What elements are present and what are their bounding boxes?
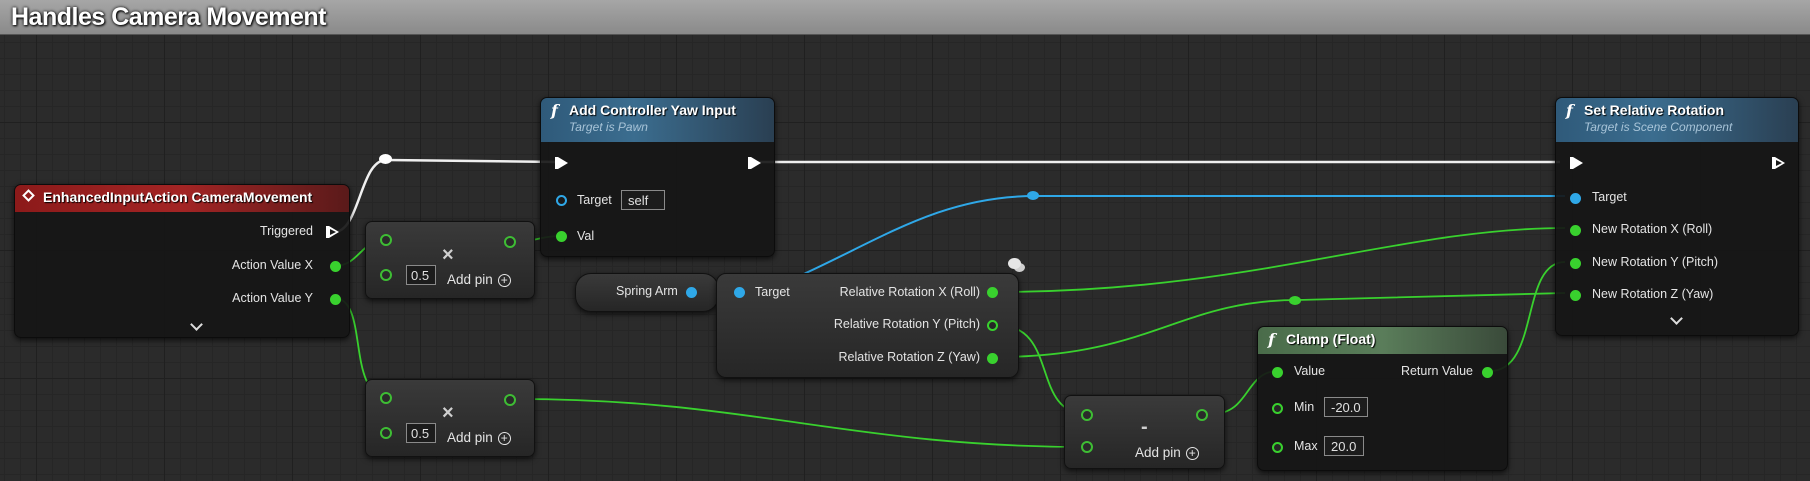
subtract-input-b-pin[interactable] bbox=[1081, 441, 1093, 453]
clamp-max-pin[interactable] bbox=[1272, 442, 1283, 453]
yaw-exec-in-pin[interactable] bbox=[555, 157, 568, 169]
multiply-bottom-b-value-field[interactable]: 0.5 bbox=[406, 423, 436, 443]
yaw-node-subtitle: Target is Pawn bbox=[569, 120, 648, 134]
yaw-node-title: Add Controller Yaw Input bbox=[569, 102, 736, 118]
subtract-add-pin-button[interactable]: Add pin + bbox=[1135, 445, 1199, 460]
clamp-return-pin[interactable] bbox=[1482, 367, 1493, 378]
multiply-top-input-b-pin[interactable] bbox=[380, 269, 392, 281]
clamp-max-field[interactable]: 20.0 bbox=[1324, 436, 1364, 456]
add-pin-label: Add pin bbox=[447, 430, 493, 445]
add-pin-label: Add pin bbox=[1135, 445, 1181, 460]
action-value-x-label: Action Value X bbox=[231, 258, 313, 272]
action-value-y-label: Action Value Y bbox=[232, 291, 313, 305]
set-rotation-target-label: Target bbox=[1592, 190, 1627, 204]
relative-rotation-getter-node[interactable]: Target Relative Rotation X (Roll) Relati… bbox=[716, 273, 1019, 378]
clamp-min-pin[interactable] bbox=[1272, 403, 1283, 414]
action-value-x-pin[interactable] bbox=[330, 261, 341, 272]
function-icon: f bbox=[551, 101, 558, 120]
set-rotation-target-pin[interactable] bbox=[1570, 193, 1581, 204]
spring-arm-getter-node[interactable]: Spring Arm bbox=[575, 273, 719, 312]
multiply-bottom-operator: × bbox=[442, 402, 454, 424]
multiply-bottom-input-b-pin[interactable] bbox=[380, 427, 392, 439]
clamp-value-pin[interactable] bbox=[1272, 367, 1283, 378]
yaw-target-label: Target bbox=[577, 193, 612, 207]
clamp-min-field[interactable]: -20.0 bbox=[1324, 397, 1368, 417]
relative-rotation-pitch-pin[interactable] bbox=[987, 320, 998, 331]
yaw-exec-out-pin[interactable] bbox=[748, 157, 761, 169]
graph-title: Handles Camera Movement bbox=[11, 3, 327, 31]
set-rotation-node-header[interactable]: f Set Relative Rotation Target is Scene … bbox=[1556, 98, 1798, 142]
subtract-operator: - bbox=[1141, 416, 1148, 438]
plus-circle-icon: + bbox=[497, 273, 511, 287]
multiply-top-operator: × bbox=[442, 244, 454, 266]
new-rotation-pitch-label: New Rotation Y (Pitch) bbox=[1592, 255, 1718, 269]
object-reroute-knot[interactable] bbox=[1027, 191, 1039, 200]
set-rotation-exec-in-pin[interactable] bbox=[1570, 157, 1583, 169]
multiply-top-add-pin-button[interactable]: Add pin + bbox=[447, 272, 511, 287]
multiply-bottom-output-pin[interactable] bbox=[504, 394, 516, 406]
function-icon: f bbox=[1268, 330, 1275, 349]
plus-circle-icon: + bbox=[497, 431, 511, 445]
clamp-max-label: Max bbox=[1294, 439, 1318, 453]
set-relative-rotation-node[interactable]: f Set Relative Rotation Target is Scene … bbox=[1555, 97, 1799, 336]
multiply-node-top[interactable]: 0.5 × Add pin + bbox=[365, 221, 535, 299]
comment-bubble-icon[interactable] bbox=[1008, 258, 1021, 269]
expand-chevron-down-icon[interactable] bbox=[190, 318, 203, 331]
yaw-val-pin[interactable] bbox=[556, 231, 567, 242]
clamp-return-label: Return Value bbox=[1400, 364, 1473, 378]
relative-rotation-roll-label: Relative Rotation X (Roll) bbox=[839, 285, 980, 299]
event-node-camera-movement[interactable]: EnhancedInputAction CameraMovement Trigg… bbox=[14, 184, 350, 338]
multiply-top-b-value-field[interactable]: 0.5 bbox=[406, 265, 436, 285]
subtract-node[interactable]: - Add pin + bbox=[1064, 395, 1225, 469]
spring-arm-output-pin[interactable] bbox=[686, 287, 697, 298]
subtract-output-pin[interactable] bbox=[1196, 409, 1208, 421]
clamp-node-header[interactable]: f Clamp (Float) bbox=[1258, 327, 1507, 354]
yaw-node-header[interactable]: f Add Controller Yaw Input Target is Paw… bbox=[541, 98, 774, 142]
yaw-target-pin[interactable] bbox=[556, 195, 567, 206]
clamp-node-title: Clamp (Float) bbox=[1286, 331, 1376, 347]
relative-rotation-roll-pin[interactable] bbox=[987, 287, 998, 298]
new-rotation-yaw-label: New Rotation Z (Yaw) bbox=[1592, 287, 1714, 301]
new-rotation-roll-label: New Rotation X (Roll) bbox=[1592, 222, 1713, 236]
add-controller-yaw-input-node[interactable]: f Add Controller Yaw Input Target is Paw… bbox=[540, 97, 775, 257]
triggered-exec-pin[interactable] bbox=[326, 226, 339, 238]
clamp-float-node[interactable]: f Clamp (Float) Value Return Value Min -… bbox=[1257, 326, 1508, 471]
relative-rotation-yaw-pin[interactable] bbox=[987, 353, 998, 364]
set-rotation-exec-out-pin[interactable] bbox=[1772, 157, 1785, 169]
new-rotation-roll-pin[interactable] bbox=[1570, 225, 1581, 236]
yaw-target-self-field[interactable]: self bbox=[621, 190, 665, 210]
event-diamond-icon bbox=[22, 189, 35, 202]
exec-reroute-knot[interactable] bbox=[379, 154, 392, 164]
multiply-top-output-pin[interactable] bbox=[504, 236, 516, 248]
triggered-label: Triggered bbox=[259, 224, 313, 238]
event-node-header[interactable]: EnhancedInputAction CameraMovement bbox=[15, 185, 349, 212]
multiply-node-bottom[interactable]: 0.5 × Add pin + bbox=[365, 379, 535, 457]
relative-rotation-yaw-label: Relative Rotation Z (Yaw) bbox=[838, 350, 981, 364]
relative-rotation-pitch-label: Relative Rotation Y (Pitch) bbox=[833, 317, 980, 331]
new-rotation-yaw-pin[interactable] bbox=[1570, 290, 1581, 301]
multiply-bottom-add-pin-button[interactable]: Add pin + bbox=[447, 430, 511, 445]
event-node-title: EnhancedInputAction CameraMovement bbox=[43, 189, 313, 205]
clamp-value-label: Value bbox=[1294, 364, 1326, 378]
function-icon: f bbox=[1566, 101, 1573, 120]
graph-title-bar: Handles Camera Movement bbox=[0, 0, 1810, 35]
clamp-min-label: Min bbox=[1294, 400, 1315, 414]
set-rotation-node-subtitle: Target is Scene Component bbox=[1584, 120, 1733, 134]
subtract-input-a-pin[interactable] bbox=[1081, 409, 1093, 421]
spring-arm-label: Spring Arm bbox=[616, 284, 678, 298]
yaw-val-label: Val bbox=[577, 229, 595, 243]
rotation-target-pin[interactable] bbox=[734, 287, 745, 298]
multiply-top-input-a-pin[interactable] bbox=[380, 234, 392, 246]
rotation-target-label: Target bbox=[755, 285, 790, 299]
plus-circle-icon: + bbox=[1185, 446, 1199, 460]
expand-chevron-down-icon[interactable] bbox=[1670, 312, 1683, 325]
action-value-y-pin[interactable] bbox=[330, 294, 341, 305]
add-pin-label: Add pin bbox=[447, 272, 493, 287]
set-rotation-node-title: Set Relative Rotation bbox=[1584, 102, 1725, 118]
float-reroute-knot[interactable] bbox=[1289, 296, 1301, 305]
new-rotation-pitch-pin[interactable] bbox=[1570, 258, 1581, 269]
multiply-bottom-input-a-pin[interactable] bbox=[380, 392, 392, 404]
